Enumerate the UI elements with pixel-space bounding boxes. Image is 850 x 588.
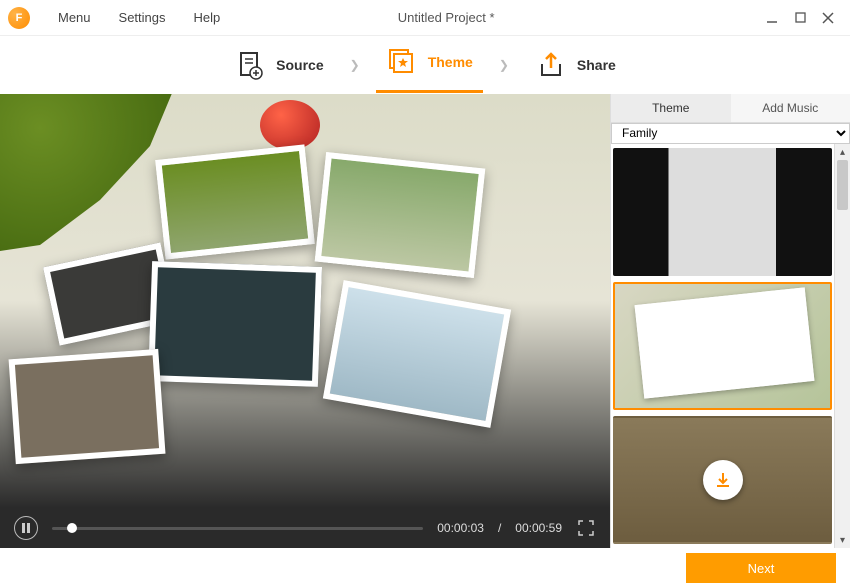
time-total: 00:00:59 <box>515 521 562 535</box>
seek-handle[interactable] <box>67 523 77 533</box>
time-separator: / <box>498 521 501 535</box>
step-label: Share <box>577 57 616 73</box>
preview-canvas <box>0 94 610 508</box>
document-plus-icon <box>234 49 266 81</box>
menu-button[interactable]: Menu <box>44 6 105 29</box>
project-title: Untitled Project * <box>134 10 758 25</box>
scrollbar[interactable]: ▴ ▾ <box>834 144 850 548</box>
theme-thumbnail[interactable] <box>613 416 832 544</box>
side-tab-theme[interactable]: Theme <box>611 94 731 122</box>
theme-stack-icon <box>386 46 418 78</box>
chevron-right-icon: ❯ <box>499 58 509 72</box>
fullscreen-button[interactable] <box>576 518 596 538</box>
chevron-right-icon: ❯ <box>350 58 360 72</box>
scroll-up-button[interactable]: ▴ <box>835 144 850 160</box>
share-upload-icon <box>535 49 567 81</box>
scattered-photo <box>315 152 486 278</box>
step-bar: Source ❯ Theme ❯ Share <box>0 36 850 94</box>
player-bar: 00:00:03 / 00:00:59 <box>0 508 610 548</box>
scroll-down-button[interactable]: ▾ <box>835 532 850 548</box>
step-theme[interactable]: Theme <box>376 40 483 93</box>
app-icon: F <box>8 7 30 29</box>
maximize-button[interactable] <box>786 8 814 28</box>
fullscreen-icon <box>578 520 594 536</box>
seek-track[interactable] <box>52 527 423 530</box>
scattered-photo <box>9 349 166 464</box>
next-button[interactable]: Next <box>686 553 836 583</box>
step-share[interactable]: Share <box>525 43 626 87</box>
preview-column: 00:00:03 / 00:00:59 <box>0 94 610 548</box>
close-button[interactable] <box>814 8 842 28</box>
scroll-track[interactable] <box>835 160 850 532</box>
theme-thumbnail[interactable] <box>613 148 832 276</box>
theme-category-select[interactable]: Family <box>611 123 850 144</box>
scroll-thumb[interactable] <box>837 160 848 210</box>
minimize-button[interactable] <box>758 8 786 28</box>
theme-thumbnail-list <box>611 144 834 548</box>
scattered-photo <box>155 144 315 259</box>
pause-icon <box>21 523 31 533</box>
decorative-leaf <box>0 94 180 254</box>
download-icon <box>714 471 732 489</box>
side-panel: Theme Add Music Family ▴ ▾ <box>610 94 850 548</box>
scattered-photo <box>323 280 511 428</box>
time-current: 00:00:03 <box>437 521 484 535</box>
scattered-photo <box>148 261 322 387</box>
pause-button[interactable] <box>14 516 38 540</box>
step-source[interactable]: Source <box>224 43 333 87</box>
side-tab-add-music[interactable]: Add Music <box>731 94 850 122</box>
theme-thumbnail[interactable] <box>613 282 832 410</box>
download-theme-button[interactable] <box>703 460 743 500</box>
decorative-tomatoes <box>260 100 320 150</box>
step-label: Source <box>276 57 323 73</box>
step-label: Theme <box>428 54 473 70</box>
